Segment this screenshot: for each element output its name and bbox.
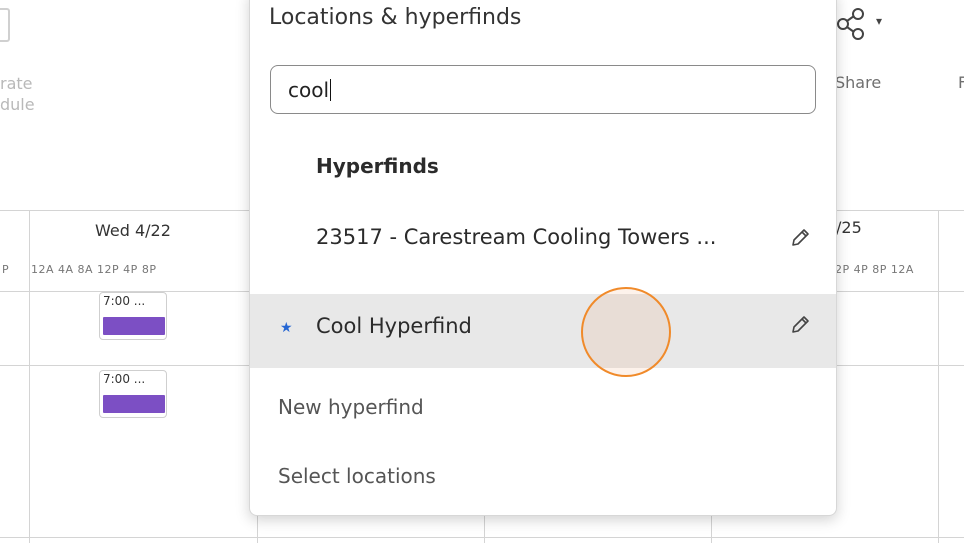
- grid-divider: [0, 537, 964, 538]
- grid-divider: [29, 210, 30, 543]
- click-indicator: [581, 287, 671, 377]
- generate-schedule-label[interactable]: rate dule: [0, 73, 35, 115]
- event-bar: [103, 317, 165, 335]
- new-hyperfind-link[interactable]: New hyperfind: [278, 395, 424, 419]
- shift-event[interactable]: 7:00 ...: [99, 370, 167, 418]
- search-input-value[interactable]: cool: [288, 78, 332, 102]
- hyperfind-item-label: 23517 - Carestream Cooling Towers ...: [316, 225, 717, 249]
- event-time: 7:00 ...: [103, 372, 146, 386]
- share-label[interactable]: Share: [835, 73, 881, 92]
- pencil-icon[interactable]: [789, 314, 811, 336]
- shift-event[interactable]: 7:00 ...: [99, 292, 167, 340]
- chevron-down-icon[interactable]: ▾: [876, 14, 882, 28]
- hyperfind-item[interactable]: 23517 - Carestream Cooling Towers ...: [250, 201, 836, 275]
- day-header-partial: /25: [836, 218, 862, 237]
- grid-divider: [938, 210, 939, 543]
- hour-scale: P: [2, 263, 10, 276]
- popover-title: Locations & hyperfinds: [269, 5, 522, 30]
- hyperfind-search-input[interactable]: cool: [270, 65, 816, 114]
- pencil-icon[interactable]: [789, 227, 811, 249]
- event-time: 7:00 ...: [103, 294, 146, 308]
- select-locations-link[interactable]: Select locations: [278, 464, 436, 488]
- day-header-wed: Wed 4/22: [95, 221, 171, 240]
- hyperfinds-section-header: Hyperfinds: [316, 154, 439, 178]
- locations-hyperfinds-popover: Locations & hyperfinds cool Hyperfinds 2…: [249, 0, 837, 516]
- share-icon[interactable]: [834, 6, 870, 40]
- star-icon[interactable]: ★: [280, 320, 293, 336]
- event-bar: [103, 395, 165, 413]
- hour-scale: 2P 4P 8P 12A: [835, 263, 914, 276]
- hour-scale: 12A 4A 8A 12P 4P 8P: [31, 263, 157, 276]
- next-toolbar-label[interactable]: F: [958, 73, 964, 92]
- hyperfind-item-selected[interactable]: ★ Cool Hyperfind: [250, 294, 836, 368]
- hyperfind-item-label: Cool Hyperfind: [316, 314, 472, 338]
- text-caret: [330, 79, 332, 101]
- faded-icon: [0, 8, 10, 42]
